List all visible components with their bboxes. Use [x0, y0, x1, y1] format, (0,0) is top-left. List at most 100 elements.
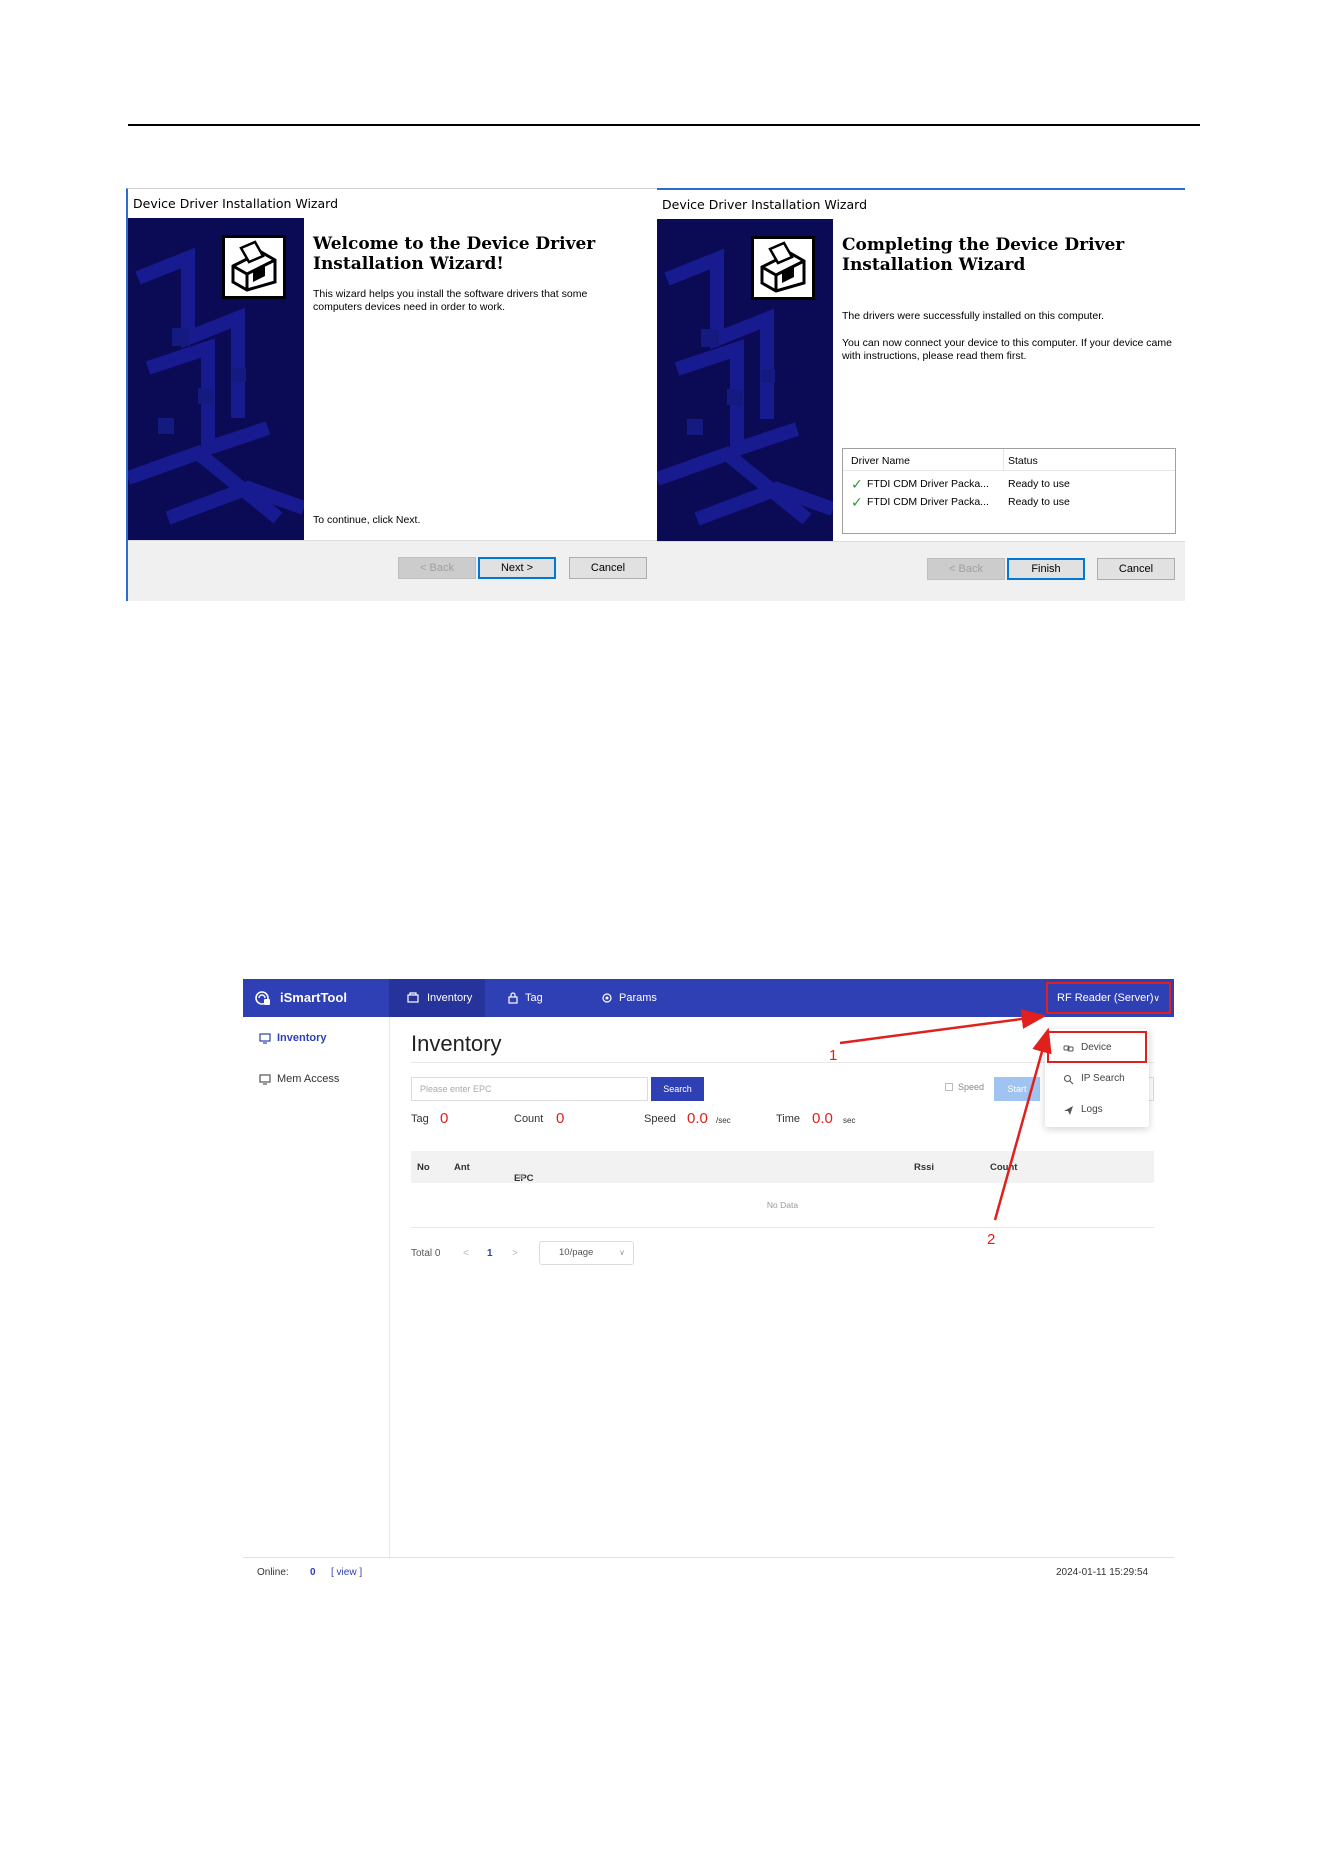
- stat-label: Count: [514, 1113, 544, 1125]
- wizard-continue-text: To continue, click Next.: [313, 514, 421, 526]
- stat-count: Count 0: [514, 1110, 564, 1127]
- page-size-value: 10/page: [559, 1247, 594, 1258]
- wizard-body-text: This wizard helps you install the softwa…: [313, 288, 588, 313]
- monitor-icon: [259, 1033, 271, 1044]
- annotation-number-2: 2: [987, 1231, 996, 1248]
- wizard-connect-text: You can now connect your device to this …: [842, 337, 1172, 362]
- title-divider: [411, 1062, 1154, 1063]
- tab-label: Inventory: [427, 992, 473, 1004]
- brand: iSmartTool: [243, 979, 389, 1017]
- online-count: 0: [310, 1567, 316, 1578]
- wizard-content: Welcome to the Device Driver Installatio…: [304, 218, 657, 540]
- cancel-button[interactable]: Cancel: [569, 557, 647, 579]
- column-count: Count: [990, 1162, 1018, 1173]
- inventory-table-header: No Ant EPC ⇅ Rssi Count: [411, 1151, 1154, 1184]
- speed-checkbox[interactable]: Speed: [945, 1082, 995, 1092]
- prev-page-button[interactable]: <: [463, 1248, 469, 1259]
- driver-status: Ready to use: [1008, 478, 1070, 490]
- menu-item-label: Logs: [1081, 1104, 1103, 1115]
- page-size-select[interactable]: 10/page ∨: [539, 1241, 634, 1265]
- wizard-success-text: The drivers were successfully installed …: [842, 310, 1105, 322]
- back-button[interactable]: < Back: [398, 557, 476, 579]
- stat-speed: Speed 0.0 /sec: [644, 1110, 731, 1127]
- column-ant: Ant: [454, 1162, 470, 1173]
- stat-unit: sec: [843, 1116, 856, 1125]
- search-button[interactable]: Search: [651, 1077, 704, 1101]
- chevron-down-icon: ∨: [1153, 993, 1160, 1003]
- next-page-button[interactable]: >: [512, 1248, 518, 1259]
- next-button[interactable]: Next >: [478, 557, 556, 579]
- menu-item-ip-search[interactable]: IP Search: [1063, 1073, 1125, 1085]
- stat-label: Time: [776, 1113, 801, 1125]
- sidebar-item-label: Inventory: [277, 1032, 327, 1044]
- pagination: Total 0 < 1 > 10/page ∨: [411, 1241, 671, 1265]
- wizard-window-title: Device Driver Installation Wizard: [662, 197, 867, 212]
- link-icon: [1063, 1045, 1074, 1052]
- reader-label: RF Reader (Server): [1057, 992, 1154, 1004]
- wizard-window-title: Device Driver Installation Wizard: [133, 196, 338, 211]
- stat-time: Time 0.0 sec: [776, 1110, 855, 1127]
- sidebar-item-label: Mem Access: [277, 1073, 340, 1085]
- wizard-heading: Welcome to the Device Driver Installatio…: [313, 234, 596, 274]
- finish-button[interactable]: Finish: [1007, 558, 1085, 580]
- tab-tag-access[interactable]: Tag Access: [507, 979, 560, 1042]
- inventory-icon: [407, 992, 419, 1003]
- stat-value: 0: [556, 1110, 565, 1127]
- checkmark-icon: ✓: [851, 476, 863, 492]
- column-rssi: Rssi: [914, 1162, 935, 1173]
- wizard-side-banner: [657, 219, 833, 541]
- sidebar-item-inventory[interactable]: Inventory: [259, 1032, 327, 1044]
- stat-value: 0.0: [687, 1110, 708, 1127]
- epc-search-input[interactable]: Please enter EPC: [411, 1077, 648, 1101]
- driver-status: Ready to use: [1008, 496, 1070, 508]
- search-icon: [1063, 1074, 1074, 1085]
- checkmark-icon: ✓: [851, 494, 863, 510]
- menu-item-device[interactable]: Device: [1063, 1042, 1112, 1053]
- driver-name: FTDI CDM Driver Packa...: [867, 496, 989, 508]
- sort-icon[interactable]: ⇅: [518, 1173, 524, 1181]
- cancel-button[interactable]: Cancel: [1097, 558, 1175, 580]
- lock-icon: [508, 992, 518, 1004]
- start-button[interactable]: Start: [994, 1077, 1040, 1101]
- annotation-number-1: 1: [829, 1047, 838, 1064]
- ismarttool-window: iSmartTool Inventory Tag Access Params R…: [243, 979, 1174, 1584]
- monitor-icon: [259, 1074, 271, 1085]
- driver-table-header: Driver Name Status: [843, 449, 1175, 471]
- page-number[interactable]: 1: [487, 1248, 493, 1259]
- menu-item-label: IP Search: [1081, 1073, 1125, 1084]
- stat-label: Tag: [411, 1113, 429, 1125]
- stat-value: 0: [440, 1110, 449, 1127]
- menu-item-label: Device: [1081, 1042, 1112, 1053]
- table-empty-state: No Data: [411, 1183, 1154, 1228]
- wizard-welcome-window: Device Driver Installation Wizard Welcom…: [126, 188, 657, 601]
- column-status: Status: [1008, 455, 1038, 467]
- driver-row: ✓ FTDI CDM Driver Packa... Ready to use: [843, 494, 1175, 511]
- online-label: Online:: [257, 1567, 289, 1578]
- column-driver-name: Driver Name: [851, 455, 910, 467]
- stat-unit: /sec: [716, 1116, 731, 1125]
- stat-label: Speed: [644, 1113, 676, 1125]
- back-button[interactable]: < Back: [927, 558, 1005, 580]
- tab-params[interactable]: Params: [601, 979, 657, 1017]
- menu-item-logs[interactable]: Logs: [1063, 1104, 1103, 1115]
- gear-icon: [602, 993, 612, 1003]
- sidebar: Inventory Mem Access: [243, 1017, 390, 1557]
- tab-inventory[interactable]: Inventory: [389, 979, 485, 1017]
- top-nav-bar: iSmartTool Inventory Tag Access Params R…: [243, 979, 1174, 1042]
- driver-name: FTDI CDM Driver Packa...: [867, 478, 989, 490]
- status-footer: Online: 0 [ view ] 2024-01-11 15:29:54: [243, 1557, 1174, 1584]
- stat-value: 0.0: [812, 1110, 833, 1127]
- brand-name: iSmartTool: [280, 990, 347, 1005]
- wizard-button-bar: < Back Next > Cancel: [128, 540, 657, 601]
- driver-status-table: Driver Name Status ✓ FTDI CDM Driver Pac…: [842, 448, 1176, 534]
- sidebar-item-mem-access[interactable]: Mem Access: [259, 1073, 339, 1085]
- view-link[interactable]: [ view ]: [331, 1567, 362, 1578]
- wizard-content: Completing the Device Driver Installatio…: [833, 219, 1185, 541]
- footer-timestamp: 2024-01-11 15:29:54: [1056, 1567, 1149, 1578]
- column-no: No: [417, 1162, 430, 1173]
- device-installer-icon: [751, 236, 815, 300]
- rf-reader-dropdown-button[interactable]: RF Reader (Server) ∨: [1046, 982, 1171, 1014]
- stat-tag: Tag 0: [411, 1110, 448, 1127]
- speed-checkbox-label: Speed: [958, 1082, 985, 1092]
- device-installer-icon: [222, 235, 286, 299]
